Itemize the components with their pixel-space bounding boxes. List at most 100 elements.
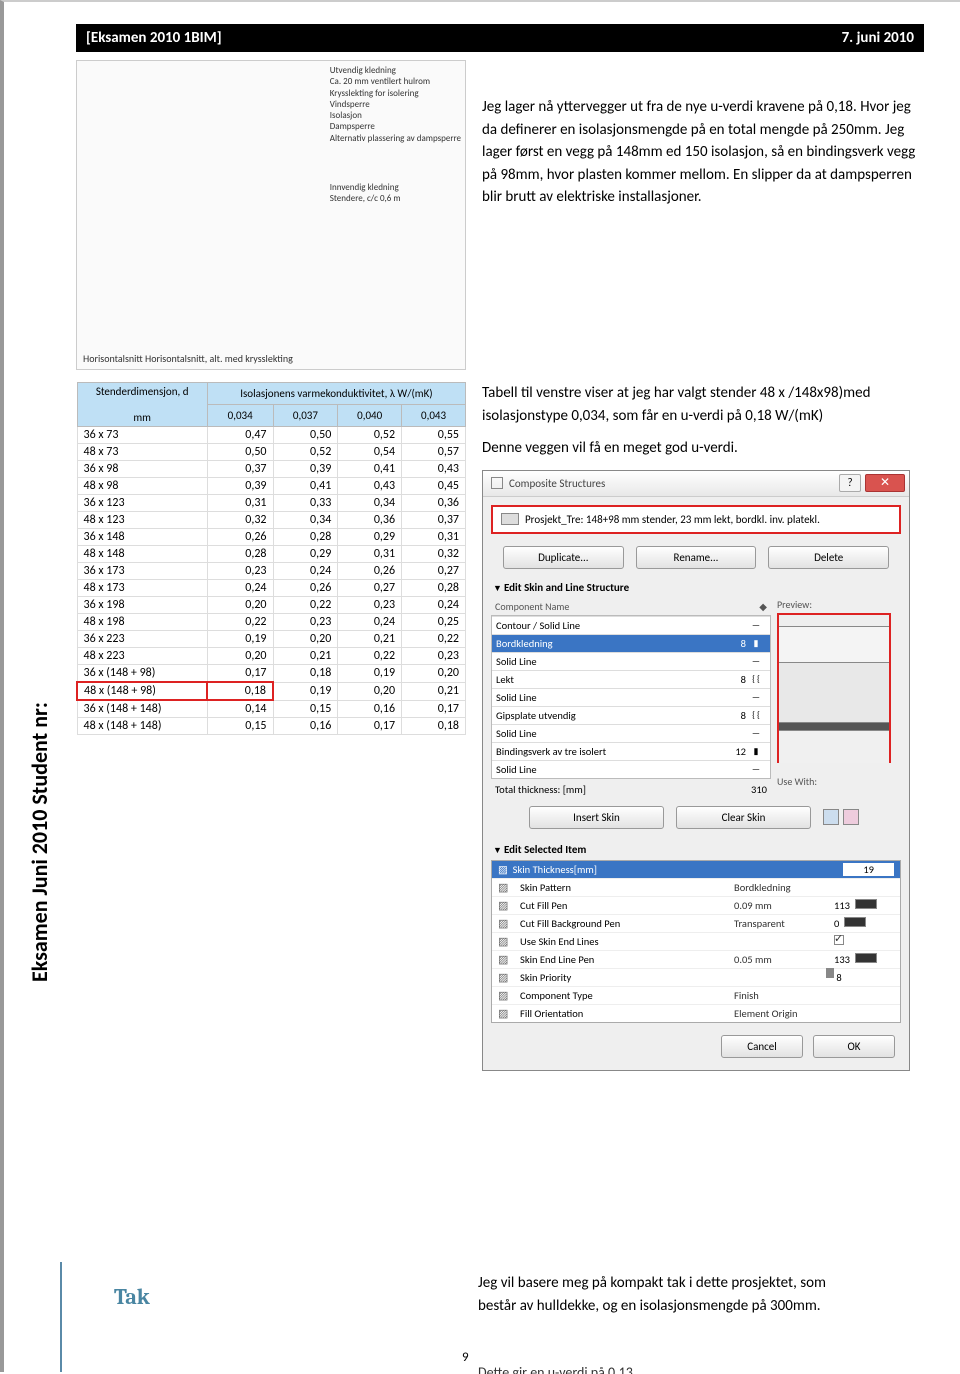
table-row: 48 x 1480,280,290,310,32 — [77, 546, 466, 563]
pen-swatch-icon — [855, 899, 877, 909]
table-row: 48 x (148 + 148)0,150,160,170,18 — [77, 718, 466, 735]
property-icon: ▨ — [498, 953, 520, 966]
section-selected-item[interactable]: Edit Selected Item — [483, 839, 909, 860]
item-row[interactable]: ▨Cut Fill Background PenTransparent0 — [492, 914, 900, 932]
cancel-button[interactable]: Cancel — [721, 1035, 803, 1058]
composite-name-field[interactable]: Prosjekt_Tre: 148+98 mm stender, 23 mm l… — [491, 505, 901, 534]
skin-list-header: Component Name ◆ — [491, 598, 771, 615]
th-lambda: Isolasjonens varmekonduktivitet, λ W/(mK… — [207, 383, 465, 405]
use-with-icons — [823, 806, 863, 829]
skin-row[interactable]: Lekt8{ { — [492, 670, 770, 688]
slab-icon[interactable] — [843, 809, 859, 825]
table-row: 48 x 2230,200,210,220,23 — [77, 648, 466, 665]
table-row: 48 x 1980,220,230,240,25 — [77, 614, 466, 631]
sidebar-label: Eksamen Juni 2010 Student nr: — [26, 702, 53, 982]
property-icon: ▨ — [498, 935, 520, 948]
table-row: 36 x 730,470,500,520,55 — [77, 427, 466, 444]
rename-button[interactable]: Rename... — [636, 546, 757, 569]
ok-button[interactable]: OK — [813, 1035, 895, 1058]
th-dim: Stenderdimensjon, dmm — [77, 383, 207, 427]
preview-label: Preview: — [777, 598, 901, 611]
table-row: 36 x (148 + 148)0,140,150,160,17 — [77, 700, 466, 718]
uvalue-table: Stenderdimensjon, dmm Isolasjonens varme… — [76, 382, 466, 735]
duplicate-button[interactable]: Duplicate... — [503, 546, 624, 569]
composite-swatch-icon — [501, 513, 519, 525]
table-row: 36 x 1730,230,240,260,27 — [77, 563, 466, 580]
diagram-caption: Horisontalsnitt Horisontalsnitt, alt. me… — [83, 352, 293, 365]
table-body: 36 x 730,470,500,520,5548 x 730,500,520,… — [77, 427, 466, 735]
page: [Eksamen 2010 1BIM] 7. juni 2010 Utvendi… — [0, 0, 960, 1372]
row-2: Stenderdimensjon, dmm Isolasjonens varme… — [76, 382, 924, 1071]
margin-rule — [60, 1262, 62, 1372]
table-row: 36 x 1980,200,220,230,24 — [77, 597, 466, 614]
clipped-text: Dette gir en u-verdi på 0,13 — [478, 1364, 633, 1374]
skin-row[interactable]: Solid Line— — [492, 652, 770, 670]
header-right: 7. juni 2010 — [842, 29, 914, 47]
section-skin-structure[interactable]: Edit Skin and Line Structure — [483, 577, 909, 598]
skin-row[interactable]: Contour / Solid Line— — [492, 616, 770, 634]
composite-structures-dialog: Composite Structures ? ✕ Prosjekt_Tre: 1… — [482, 470, 910, 1071]
item-row[interactable]: ▨Skin PatternBordkledning — [492, 878, 900, 896]
skin-row[interactable]: Gipsplate utvendig8{ { — [492, 706, 770, 724]
property-icon: ▨ — [498, 917, 520, 930]
property-icon: ▨ — [498, 1007, 520, 1020]
preview-box — [777, 613, 891, 763]
table-row: 48 x (148 + 98)0,180,190,200,21 — [77, 682, 466, 700]
help-button[interactable]: ? — [839, 474, 861, 492]
uvalue-table-col: Stenderdimensjon, dmm Isolasjonens varme… — [76, 382, 466, 1071]
insert-skin-button[interactable]: Insert Skin — [529, 806, 664, 829]
use-with-label: Use With: — [777, 775, 901, 788]
right-para-1: Tabell til venstre viser at jeg har valg… — [482, 382, 924, 427]
item-row[interactable]: ▨Cut Fill Pen0.09 mm113 — [492, 896, 900, 914]
property-icon: ▨ — [498, 881, 520, 894]
skin-row[interactable]: Solid Line— — [492, 688, 770, 706]
table-row: 48 x 730,500,520,540,57 — [77, 444, 466, 461]
close-button[interactable]: ✕ — [865, 474, 905, 492]
skin-row[interactable]: Solid Line— — [492, 724, 770, 742]
delete-button[interactable]: Delete — [768, 546, 889, 569]
table-row: 36 x 1230,310,330,340,36 — [77, 495, 466, 512]
skin-list: Component Name ◆ Contour / Solid Line—Bo… — [491, 598, 771, 800]
item-header: ▨ Skin Thickness[mm]19 — [492, 861, 900, 878]
skin-row[interactable]: Solid Line— — [492, 760, 770, 778]
checkbox-icon[interactable] — [834, 935, 844, 945]
right-para-2: Denne veggen vil få en meget god u-verdi… — [482, 437, 924, 460]
footer-paragraph: Jeg vil basere meg på kompakt tak i dett… — [478, 1272, 838, 1317]
section-heading-tak: Tak — [114, 1284, 150, 1310]
wall-diagram: Utvendig kledning Ca. 20 mm ventilert hu… — [76, 60, 466, 370]
property-icon: ▨ — [498, 899, 520, 912]
clear-skin-button[interactable]: Clear Skin — [676, 806, 811, 829]
row-1: Utvendig kledning Ca. 20 mm ventilert hu… — [76, 60, 924, 370]
pen-swatch-icon — [844, 917, 866, 927]
item-row[interactable]: ▨Skin End Line Pen0.05 mm133 — [492, 950, 900, 968]
skin-row[interactable]: Bindingsverk av tre isolert12▮ — [492, 742, 770, 760]
item-row[interactable]: ▨Use Skin End Lines — [492, 932, 900, 950]
wall-icon[interactable] — [823, 809, 839, 825]
preview-panel: Preview: Use With: — [777, 598, 901, 800]
property-icon: ▨ — [498, 971, 520, 984]
total-thickness: Total thickness: [mm] 310 — [491, 779, 771, 800]
dialog-icon — [491, 477, 503, 489]
table-row: 36 x 1480,260,280,290,31 — [77, 529, 466, 546]
dialog-footer: Cancel OK — [483, 1023, 909, 1070]
skin-area: Component Name ◆ Contour / Solid Line—Bo… — [483, 598, 909, 800]
skin-row[interactable]: Bordkledning8▮ — [492, 634, 770, 652]
item-row[interactable]: ▨Component TypeFinish — [492, 986, 900, 1004]
diagram-labels: Utvendig kledning Ca. 20 mm ventilert hu… — [330, 65, 461, 204]
item-row[interactable]: ▨Fill OrientationElement Origin — [492, 1004, 900, 1022]
table-row: 48 x 1230,320,340,360,37 — [77, 512, 466, 529]
skin-rows: Contour / Solid Line—Bordkledning8▮Solid… — [491, 615, 771, 779]
item-row[interactable]: ▨Skin Priority 8 — [492, 968, 900, 986]
priority-icon: ◆ — [759, 600, 767, 613]
button-row-2: Insert Skin Clear Skin — [483, 800, 909, 839]
table-row: 36 x 980,370,390,410,43 — [77, 461, 466, 478]
table-row: 48 x 1730,240,260,270,28 — [77, 580, 466, 597]
page-header: [Eksamen 2010 1BIM] 7. juni 2010 — [76, 24, 924, 52]
page-number: 9 — [462, 1350, 469, 1365]
table-row: 36 x 2230,190,200,210,22 — [77, 631, 466, 648]
pen-swatch-icon — [855, 953, 877, 963]
item-properties: ▨ Skin Thickness[mm]19▨Skin PatternBordk… — [491, 860, 901, 1023]
table-row: 48 x 980,390,410,430,45 — [77, 478, 466, 495]
button-row-1: Duplicate... Rename... Delete — [483, 542, 909, 577]
body-paragraph: Jeg lager nå yttervegger ut fra de nye u… — [482, 60, 924, 370]
